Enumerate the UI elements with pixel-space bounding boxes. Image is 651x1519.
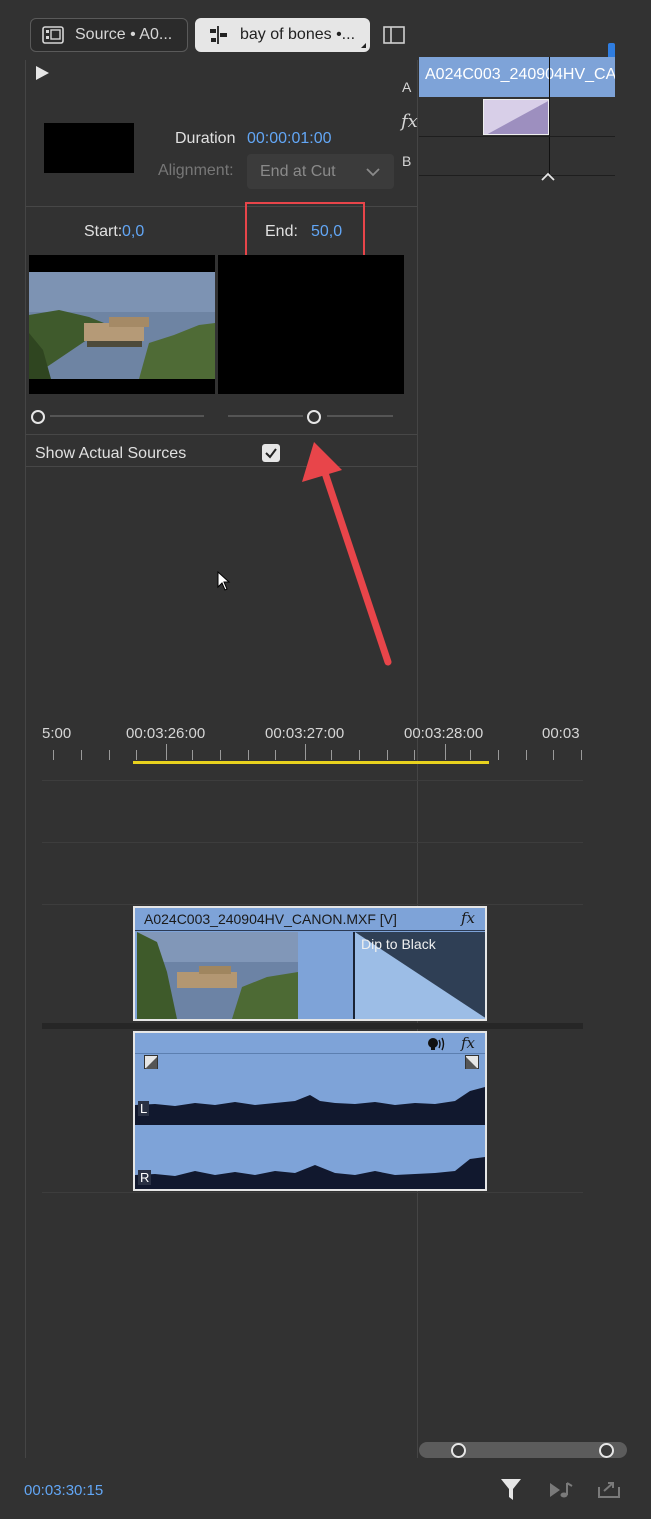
ruler-tick — [445, 744, 446, 760]
mini-transition-anchor-icon — [541, 172, 555, 181]
ruler-tick — [331, 750, 332, 760]
ruler-tick — [248, 750, 249, 760]
video-clip[interactable]: A024C003_240904HV_CANON.MXF [V] fx Dip t… — [133, 906, 487, 1021]
tab-effect-controls[interactable]: bay of bones •... — [195, 18, 370, 52]
track-divider — [42, 842, 583, 843]
play-button[interactable] — [36, 66, 49, 80]
ruler-tick — [81, 750, 82, 760]
mouse-cursor-icon — [217, 571, 231, 591]
start-value[interactable]: 0,0 — [122, 223, 144, 241]
fade-in-handle-icon[interactable] — [144, 1055, 158, 1069]
mini-transition[interactable] — [483, 99, 549, 135]
ruler-tick — [359, 750, 360, 760]
video-clip-name: A024C003_240904HV_CANON.MXF [V] — [144, 911, 397, 927]
ruler-tick — [136, 750, 137, 760]
audio-channel-left-label: L — [138, 1101, 150, 1116]
export-icon[interactable] — [597, 1479, 621, 1503]
end-slider-track-left[interactable] — [228, 415, 303, 417]
mini-cut-line — [549, 57, 550, 175]
ruler-tick — [470, 750, 471, 760]
mini-track-line — [419, 175, 615, 176]
scrollbar-right-handle[interactable] — [599, 1443, 614, 1458]
end-slider-track-right[interactable] — [327, 415, 393, 417]
panel-toggle-icon[interactable] — [383, 26, 405, 44]
time-ruler[interactable] — [0, 740, 651, 770]
ruler-tick — [275, 750, 276, 760]
transition-preview-thumbnail — [44, 123, 134, 173]
play-audio-icon[interactable] — [548, 1480, 574, 1504]
speaker-icon — [427, 1037, 445, 1055]
ruler-tick — [526, 750, 527, 760]
ruler-tick — [53, 750, 54, 760]
annotation-arrow — [302, 442, 392, 666]
ruler-tick — [192, 750, 193, 760]
audio-channel-right-label: R — [138, 1170, 152, 1185]
filter-icon[interactable] — [500, 1478, 522, 1506]
track-divider — [42, 904, 583, 905]
ruler-tick — [553, 750, 554, 760]
show-actual-sources-label: Show Actual Sources — [35, 445, 187, 462]
scrollbar-left-handle[interactable] — [451, 1443, 466, 1458]
alignment-label: Alignment: — [158, 162, 234, 179]
end-value[interactable]: 50,0 — [311, 223, 342, 241]
footer-timecode[interactable]: 00:03:30:15 — [24, 1482, 103, 1499]
start-slider-handle[interactable] — [31, 410, 45, 424]
start-slider-track[interactable] — [50, 415, 204, 417]
alignment-dropdown-value: End at Cut — [260, 163, 336, 180]
chevron-down-icon — [366, 164, 380, 181]
ruler-tick — [109, 750, 110, 760]
tab-source[interactable]: Source • A0... — [30, 18, 188, 52]
mini-playhead-marker[interactable] — [608, 43, 615, 57]
ruler-tick — [387, 750, 388, 760]
end-label: End: — [265, 223, 298, 240]
checkmark-icon — [265, 448, 277, 459]
transition-dip-to-black[interactable]: Dip to Black — [353, 932, 485, 1019]
video-clip-header: A024C003_240904HV_CANON.MXF [V] fx — [135, 908, 485, 931]
show-actual-sources-checkbox[interactable] — [262, 444, 280, 462]
start-label: Start: — [84, 223, 123, 240]
mini-track-line — [419, 136, 615, 137]
end-highlight-box — [245, 202, 365, 263]
duration-value[interactable]: 00:00:01:00 — [247, 130, 332, 148]
effect-controls-icon — [206, 23, 230, 47]
tab-source-label: Source • A0... — [75, 26, 173, 43]
film-clip-icon — [41, 23, 65, 47]
track-a-label: A — [402, 79, 412, 95]
mini-clip-a[interactable]: A024C003_240904HV_CA — [419, 57, 615, 97]
tab-corner-icon — [361, 43, 366, 48]
fx-badge-icon: fx — [460, 909, 475, 927]
ruler-tick — [414, 750, 415, 760]
ruler-tick — [166, 744, 167, 760]
mini-clip-name: A024C003_240904HV_CA — [425, 66, 615, 83]
alignment-dropdown[interactable]: End at Cut — [247, 154, 394, 189]
ruler-tick — [581, 750, 582, 760]
transition-label: Dip to Black — [361, 936, 436, 952]
track-divider — [42, 780, 583, 781]
video-clip-thumbnail — [137, 932, 298, 1019]
ruler-tick — [498, 750, 499, 760]
video-audio-separator[interactable] — [42, 1023, 583, 1029]
end-slider-handle[interactable] — [307, 410, 321, 424]
duration-label: Duration — [175, 130, 236, 147]
work-area-bar[interactable] — [133, 761, 489, 764]
track-divider — [42, 1192, 583, 1193]
ruler-tick — [305, 744, 306, 760]
fade-out-handle-icon[interactable] — [465, 1055, 479, 1069]
tab-effect-controls-label: bay of bones •... — [240, 26, 356, 43]
fx-badge-icon: fx — [460, 1034, 475, 1052]
audio-clip[interactable]: fx L R — [133, 1031, 487, 1191]
track-b-label: B — [402, 153, 412, 169]
fx-icon: fx — [401, 111, 418, 132]
audio-waveform — [135, 1087, 485, 1189]
preview-a — [29, 255, 215, 394]
ruler-tick — [220, 750, 221, 760]
preview-b — [218, 255, 404, 394]
